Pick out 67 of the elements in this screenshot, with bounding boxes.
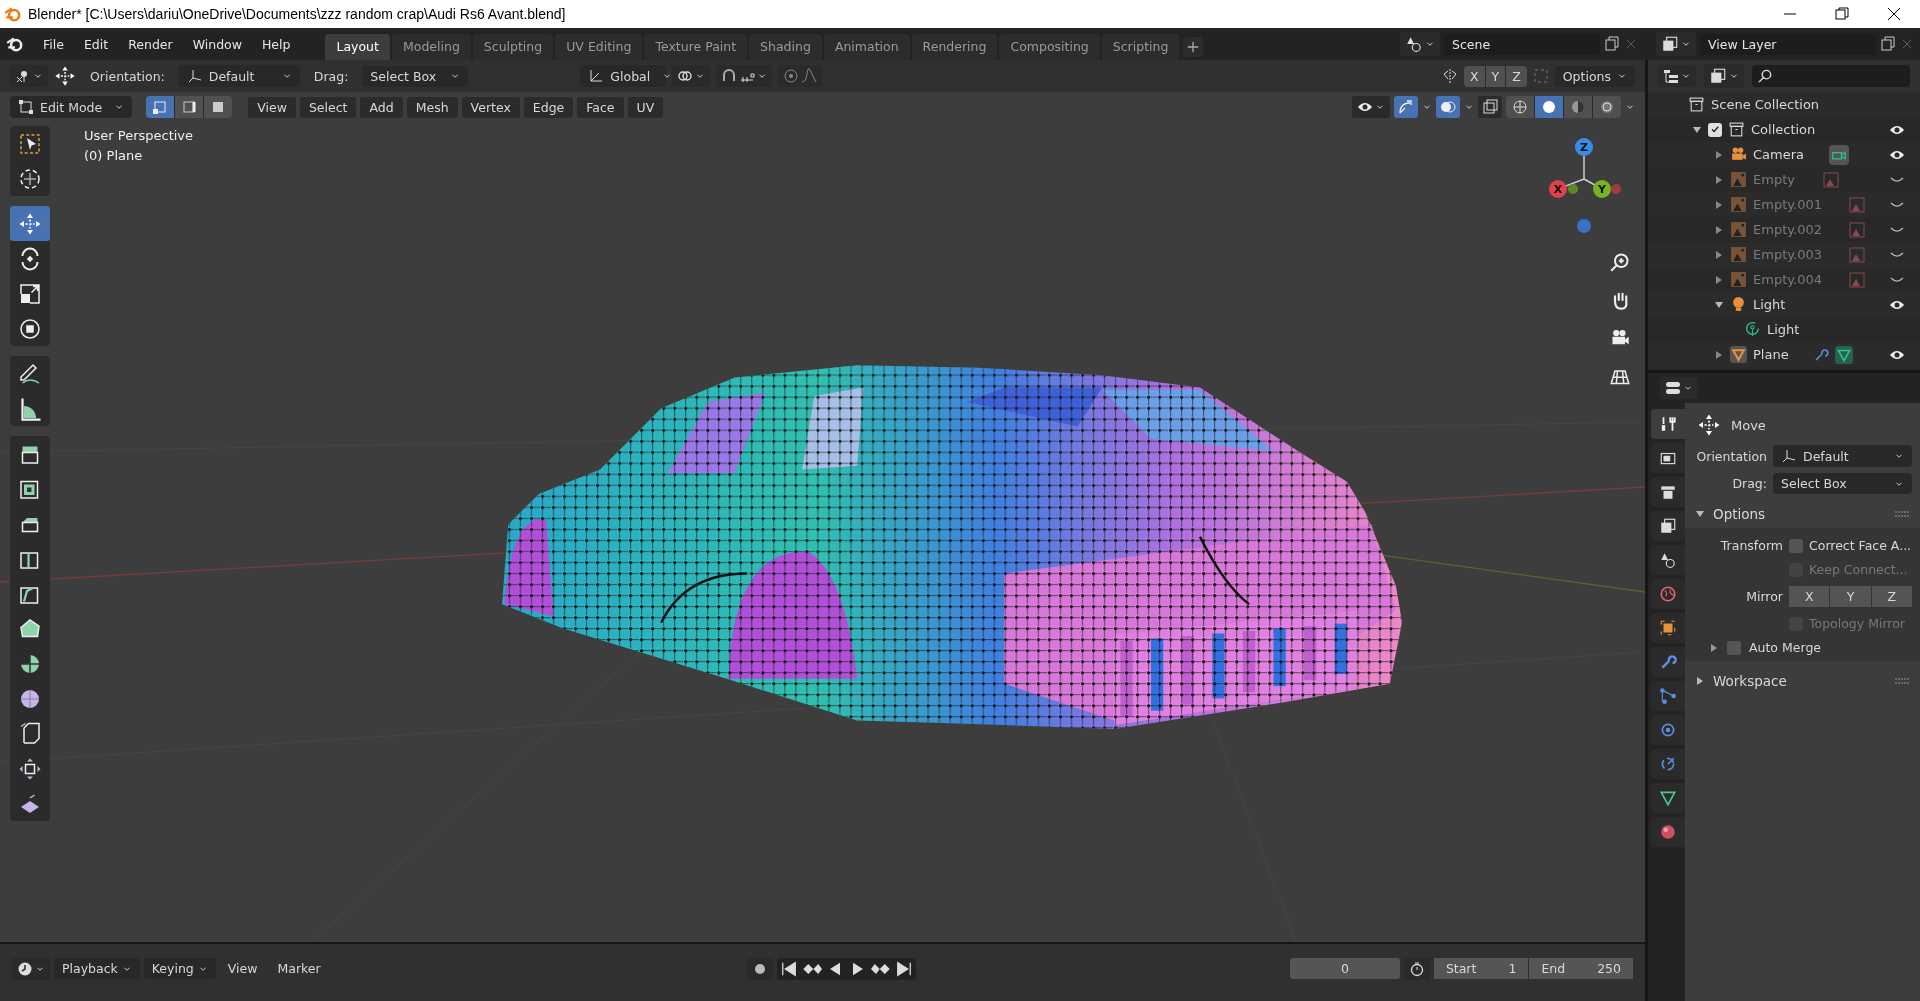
drag-dropdown[interactable]: Select Box: [362, 65, 469, 87]
outliner-item[interactable]: Camera: [1753, 147, 1805, 162]
timeline-menu[interactable]: View: [219, 958, 266, 979]
view-layer-field[interactable]: View Layer: [1700, 33, 1876, 55]
workspace-tab[interactable]: Sculpting: [472, 34, 554, 60]
start-frame-field[interactable]: Start 1: [1433, 958, 1529, 979]
header-menu[interactable]: UV: [627, 96, 664, 118]
outliner-item[interactable]: Collection: [1751, 122, 1816, 137]
orientation-label: Orientation: [1695, 448, 1767, 464]
menu-item[interactable]: Window: [183, 32, 251, 56]
outliner-item[interactable]: Light: [1767, 322, 1800, 337]
window-title: Blender* [C:\Users\dariu\OneDrive\Documents\zzz random crap\Audi Rs6 Avant.blend]: [28, 6, 567, 22]
mirror-axis-toggle[interactable]: Z: [1506, 65, 1527, 87]
workspace-tab[interactable]: Rendering: [911, 34, 998, 60]
timeline-menu[interactable]: Keying: [143, 958, 216, 979]
header-menu[interactable]: Mesh: [406, 96, 458, 118]
gizmo-axis[interactable]: X: [1549, 180, 1567, 198]
timeline-menu[interactable]: Marker: [269, 958, 329, 979]
scene-field[interactable]: Scene: [1444, 33, 1600, 55]
mirror-axis-toggle[interactable]: Y: [1485, 65, 1507, 87]
current-frame-field[interactable]: 0: [1289, 958, 1400, 979]
workspace-tab[interactable]: Animation: [823, 34, 910, 60]
header-menu[interactable]: Face: [577, 96, 624, 118]
outliner-item[interactable]: Plane: [1753, 347, 1789, 362]
object-info: (0) Plane: [84, 148, 144, 163]
workspace-tab[interactable]: Texture Paint: [644, 34, 748, 60]
menu-item[interactable]: Edit: [74, 32, 118, 56]
mirror-axis-toggle[interactable]: Z: [1871, 586, 1912, 607]
mirror-axis-toggle[interactable]: Y: [1830, 586, 1871, 607]
orientation-dropdown[interactable]: Default: [1773, 445, 1912, 467]
active-tool-name: Move: [1731, 417, 1766, 433]
orientation-dropdown[interactable]: Default: [178, 65, 300, 87]
drag-label: Drag:: [1731, 476, 1767, 491]
gizmo-axis[interactable]: Y: [1593, 180, 1611, 198]
options-dropdown[interactable]: Options: [1554, 65, 1635, 87]
workspace-tab[interactable]: Layout: [325, 34, 390, 60]
workspace-tab[interactable]: Compositing: [999, 34, 1100, 60]
workspace-tab[interactable]: Shading: [749, 34, 822, 60]
drag-dropdown[interactable]: Select Box: [1773, 473, 1912, 494]
end-frame-field[interactable]: End 250: [1529, 958, 1633, 979]
panel-header[interactable]: Workspace: [1713, 673, 1787, 689]
workspace-tab[interactable]: Modeling: [391, 34, 471, 60]
gizmo-axis[interactable]: Z: [1575, 138, 1593, 156]
header-menu[interactable]: Vertex: [461, 96, 520, 118]
header-menu[interactable]: View: [248, 96, 296, 118]
menu-item[interactable]: Help: [252, 32, 300, 56]
panel-header[interactable]: Options: [1713, 506, 1766, 522]
view-name: User Perspective: [84, 128, 194, 143]
outliner-item[interactable]: Scene Collection: [1711, 97, 1820, 112]
option-label: Transform: [1719, 538, 1783, 553]
checkbox-label[interactable]: Correct Face A...: [1809, 538, 1912, 553]
mirror-axis-toggle[interactable]: X: [1463, 65, 1486, 87]
subpanel-header[interactable]: Auto Merge: [1749, 640, 1821, 655]
header-menu[interactable]: Edge: [523, 96, 574, 118]
drag-label: Drag:: [313, 68, 349, 84]
menu-item[interactable]: Render: [119, 32, 182, 56]
mirror-axis-toggle[interactable]: X: [1789, 586, 1830, 607]
outliner-item[interactable]: Light: [1753, 297, 1786, 312]
orientation-label: Orientation:: [90, 68, 165, 84]
workspace-tab[interactable]: Scripting: [1101, 34, 1180, 60]
timeline-menu[interactable]: Playback: [54, 958, 140, 979]
menu-item[interactable]: File: [34, 32, 73, 56]
workspace-tab[interactable]: UV Editing: [555, 34, 643, 60]
mode-dropdown[interactable]: Edit Mode: [10, 96, 133, 118]
header-menu[interactable]: Add: [360, 96, 403, 118]
header-menu[interactable]: Select: [299, 96, 357, 118]
option-label: Mirror: [1745, 589, 1783, 604]
